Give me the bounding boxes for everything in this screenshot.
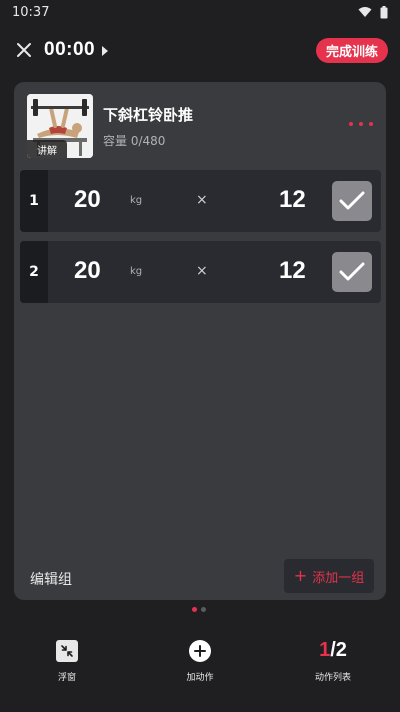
play-icon[interactable] [101,45,109,56]
times-sign: × [196,192,208,208]
set-weight[interactable]: 20 [74,257,101,285]
set-row: 1 20 kg × 12 [20,170,381,232]
float-window-button[interactable]: 浮窗 [27,640,107,683]
exercise-list-button[interactable]: 1 / 2 动作列表 [293,639,373,683]
set-unit: kg [130,195,143,206]
top-bar: 00:00 完成训练 [0,34,400,66]
exercise-card: 讲解 下斜杠铃卧推 容量 0/480 1 20 kg × 12 2 20 kg … [14,82,386,600]
volume-value: 0/480 [130,134,166,148]
minimize-window-icon [56,640,78,662]
more-dot-icon [349,122,353,126]
set-weight[interactable]: 20 [74,186,101,214]
complete-set-button[interactable] [332,252,372,292]
exercise-list-label: 动作列表 [314,673,351,683]
set-reps[interactable]: 12 [279,186,306,214]
edit-group-button[interactable]: 编辑组 [30,569,72,589]
exercise-total-number: 2 [335,639,347,661]
add-exercise-button[interactable]: 加动作 [160,640,240,683]
checkmark-icon [339,262,365,281]
set-row: 2 20 kg × 12 [20,241,381,303]
set-unit: kg [130,266,143,277]
workout-timer: 00:00 [44,39,96,60]
more-dot-icon [359,122,363,126]
add-set-label: 添加一组 [312,570,365,586]
status-icons [358,5,388,19]
exercise-current-number: 1 [319,639,331,661]
add-circle-icon [189,640,211,662]
wifi-icon [358,7,372,17]
finish-workout-button[interactable]: 完成训练 [315,38,388,63]
exercise-thumbnail[interactable]: 讲解 [27,94,93,158]
page-indicator [192,607,206,612]
set-index: 1 [20,170,48,232]
set-index: 2 [20,241,48,303]
more-dot-icon [369,122,373,126]
battery-icon [380,5,388,18]
status-time: 10:37 [12,4,50,20]
times-sign: × [196,263,208,279]
exercise-name: 下斜杠铃卧推 [103,106,194,124]
close-button[interactable] [14,40,34,60]
page-dot-active [192,607,197,612]
more-options-button[interactable] [349,116,373,132]
tutorial-badge[interactable]: 讲解 [27,140,67,158]
plus-icon: + [293,566,308,585]
exercise-header: 讲解 下斜杠铃卧推 容量 0/480 [27,94,373,158]
checkmark-icon [339,191,365,210]
bottom-bar: 浮窗 加动作 1 / 2 动作列表 [0,632,400,712]
float-window-label: 浮窗 [57,673,76,683]
close-icon [17,43,31,57]
set-reps[interactable]: 12 [279,257,306,285]
complete-set-button[interactable] [332,181,372,221]
exercise-volume: 容量 0/480 [103,132,165,149]
status-bar: 10:37 [0,0,400,24]
add-set-button[interactable]: + 添加一组 [284,559,374,593]
add-exercise-label: 加动作 [186,673,214,683]
exercise-counter: 1 / 2 [319,639,347,662]
page-dot [201,607,206,612]
volume-label: 容量 [103,134,131,148]
